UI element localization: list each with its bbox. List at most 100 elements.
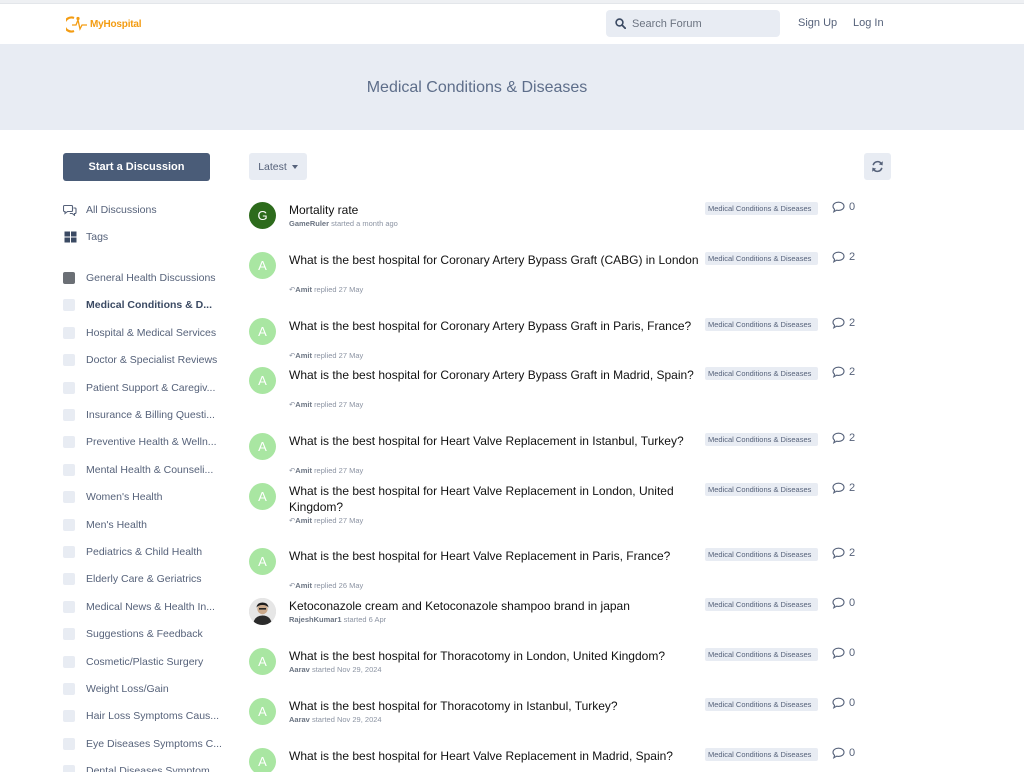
sidebar-tag-item[interactable]: Suggestions & Feedback [63, 626, 203, 642]
user-avatar[interactable]: G [249, 202, 276, 229]
discussion-meta: Aarav started Nov 29, 2024 [289, 665, 382, 674]
search-box[interactable] [606, 10, 780, 37]
sidebar-tag-label: Dental Diseases Symptom... [86, 765, 219, 772]
discussion-meta: GameRuler started a month ago [289, 219, 398, 228]
discussion-tag[interactable]: Medical Conditions & Diseases [705, 367, 818, 380]
chat-bubbles-icon [63, 204, 77, 216]
discussion-title[interactable]: What is the best hospital for Heart Valv… [289, 748, 701, 764]
discussion-tag[interactable]: Medical Conditions & Diseases [705, 318, 818, 331]
sidebar-tag-item[interactable]: Pediatrics & Child Health [63, 544, 202, 560]
sidebar-item-tags[interactable]: Tags [63, 229, 108, 245]
discussion-meta: ↶Amit replied 27 May [289, 285, 363, 294]
sidebar-tag-item[interactable]: Elderly Care & Geriatrics [63, 571, 202, 587]
discussion-row[interactable]: Ketoconazole cream and Ketoconazole sham… [249, 597, 869, 646]
discussion-title[interactable]: Mortality rate [289, 202, 701, 218]
discussion-meta: ↶Amit replied 27 May [289, 400, 363, 409]
user-avatar[interactable]: A [249, 748, 276, 772]
sidebar-tag-item[interactable]: Preventive Health & Welln... [63, 434, 217, 450]
author-name[interactable]: RajeshKumar1 [289, 615, 342, 624]
user-avatar[interactable]: A [249, 548, 276, 575]
discussion-tag[interactable]: Medical Conditions & Diseases [705, 698, 818, 711]
grid-icon [63, 231, 77, 243]
author-name[interactable]: Aarav [289, 715, 310, 724]
user-avatar[interactable]: A [249, 318, 276, 345]
sidebar-tag-label: Hospital & Medical Services [86, 326, 217, 339]
sign-up-link[interactable]: Sign Up [798, 17, 837, 29]
sidebar-tag-item[interactable]: Weight Loss/Gain [63, 681, 169, 697]
user-photo-icon [249, 598, 276, 625]
discussion-title[interactable]: What is the best hospital for Coronary A… [289, 318, 701, 334]
discussion-row[interactable]: A What is the best hospital for Thoracoto… [249, 647, 869, 696]
user-avatar[interactable]: A [249, 433, 276, 460]
discussion-row[interactable]: A What is the best hospital for Thoracoto… [249, 697, 869, 746]
sidebar-tag-item[interactable]: Cosmetic/Plastic Surgery [63, 654, 203, 670]
author-name[interactable]: Aarav [289, 665, 310, 674]
search-input[interactable] [632, 17, 772, 30]
reply-count-value: 2 [849, 547, 856, 559]
author-name[interactable]: Amit [295, 285, 312, 294]
sidebar-tag-item[interactable]: General Health Discussions [63, 270, 216, 286]
comment-icon [832, 647, 845, 659]
log-in-link[interactable]: Log In [853, 17, 884, 29]
user-avatar[interactable] [249, 598, 276, 625]
discussion-title[interactable]: Ketoconazole cream and Ketoconazole sham… [289, 598, 701, 614]
sidebar-tag-item[interactable]: Mental Health & Counseli... [63, 462, 213, 478]
site-logo[interactable]: MyHospital [66, 14, 142, 34]
sidebar-tag-item[interactable]: Men's Health [63, 517, 147, 533]
discussion-tag[interactable]: Medical Conditions & Diseases [705, 483, 818, 496]
discussion-tag[interactable]: Medical Conditions & Diseases [705, 252, 818, 265]
discussion-title[interactable]: What is the best hospital for Heart Valv… [289, 483, 701, 515]
discussion-title[interactable]: What is the best hospital for Thoracotom… [289, 698, 701, 714]
comment-icon [832, 432, 845, 444]
user-avatar[interactable]: A [249, 698, 276, 725]
sidebar-tag-item[interactable]: Dental Diseases Symptom... [63, 763, 218, 772]
author-name[interactable]: GameRuler [289, 219, 329, 228]
sidebar-tag-item[interactable]: Women's Health [63, 489, 163, 505]
reply-count: 2 [832, 366, 855, 378]
discussion-title[interactable]: What is the best hospital for Thoracotom… [289, 648, 701, 664]
author-name[interactable]: Amit [295, 581, 312, 590]
discussion-tag[interactable]: Medical Conditions & Diseases [705, 748, 818, 761]
discussion-title[interactable]: What is the best hospital for Coronary A… [289, 367, 701, 383]
discussion-tag[interactable]: Medical Conditions & Diseases [705, 433, 818, 446]
discussion-tag[interactable]: Medical Conditions & Diseases [705, 598, 818, 611]
discussion-row[interactable]: A What is the best hospital for Coronary … [249, 317, 869, 366]
discussion-action: replied 27 May [314, 351, 364, 360]
sidebar-item-all-discussions[interactable]: All Discussions [63, 202, 157, 218]
discussion-title[interactable]: What is the best hospital for Coronary A… [289, 252, 701, 268]
tag-color-swatch [63, 436, 75, 449]
refresh-button[interactable] [864, 153, 891, 180]
discussion-row[interactable]: A What is the best hospital for Heart Val… [249, 747, 869, 772]
author-name[interactable]: Amit [295, 466, 312, 475]
author-name[interactable]: Amit [295, 351, 312, 360]
user-avatar[interactable]: A [249, 483, 276, 510]
user-avatar[interactable]: A [249, 252, 276, 279]
discussion-tag[interactable]: Medical Conditions & Diseases [705, 648, 818, 661]
sidebar-tag-item[interactable]: Patient Support & Caregiv... [63, 380, 215, 396]
author-name[interactable]: Amit [295, 400, 312, 409]
discussion-row[interactable]: A What is the best hospital for Heart Val… [249, 432, 869, 481]
sidebar-tag-item[interactable]: Eye Diseases Symptoms C... [63, 736, 222, 752]
user-avatar[interactable]: A [249, 367, 276, 394]
sidebar-tag-item[interactable]: Medical Conditions & D... [63, 297, 212, 313]
discussion-row[interactable]: A What is the best hospital for Heart Val… [249, 482, 869, 531]
sidebar-tag-item[interactable]: Hospital & Medical Services [63, 325, 216, 341]
sort-dropdown[interactable]: Latest [249, 153, 307, 180]
discussion-title[interactable]: What is the best hospital for Heart Valv… [289, 548, 701, 564]
discussion-row[interactable]: A What is the best hospital for Coronary … [249, 251, 869, 300]
discussion-row[interactable]: A What is the best hospital for Heart Val… [249, 547, 869, 596]
discussion-row[interactable]: G Mortality rate GameRuler started a month… [249, 201, 869, 250]
user-avatar[interactable]: A [249, 648, 276, 675]
discussion-title[interactable]: What is the best hospital for Heart Valv… [289, 433, 701, 449]
sidebar-tag-item[interactable]: Doctor & Specialist Reviews [63, 352, 217, 368]
author-name[interactable]: Amit [295, 516, 312, 525]
sidebar-tag-item[interactable]: Hair Loss Symptoms Caus... [63, 708, 219, 724]
sidebar-tag-item[interactable]: Medical News & Health In... [63, 599, 215, 615]
page-title: Medical Conditions & Diseases [366, 79, 588, 96]
discussion-tag[interactable]: Medical Conditions & Diseases [705, 548, 818, 561]
start-discussion-button[interactable]: Start a Discussion [63, 153, 210, 181]
discussion-tag[interactable]: Medical Conditions & Diseases [705, 202, 818, 215]
comment-icon [832, 747, 845, 759]
discussion-row[interactable]: A What is the best hospital for Coronary … [249, 366, 869, 415]
sidebar-tag-item[interactable]: Insurance & Billing Questi... [63, 407, 215, 423]
